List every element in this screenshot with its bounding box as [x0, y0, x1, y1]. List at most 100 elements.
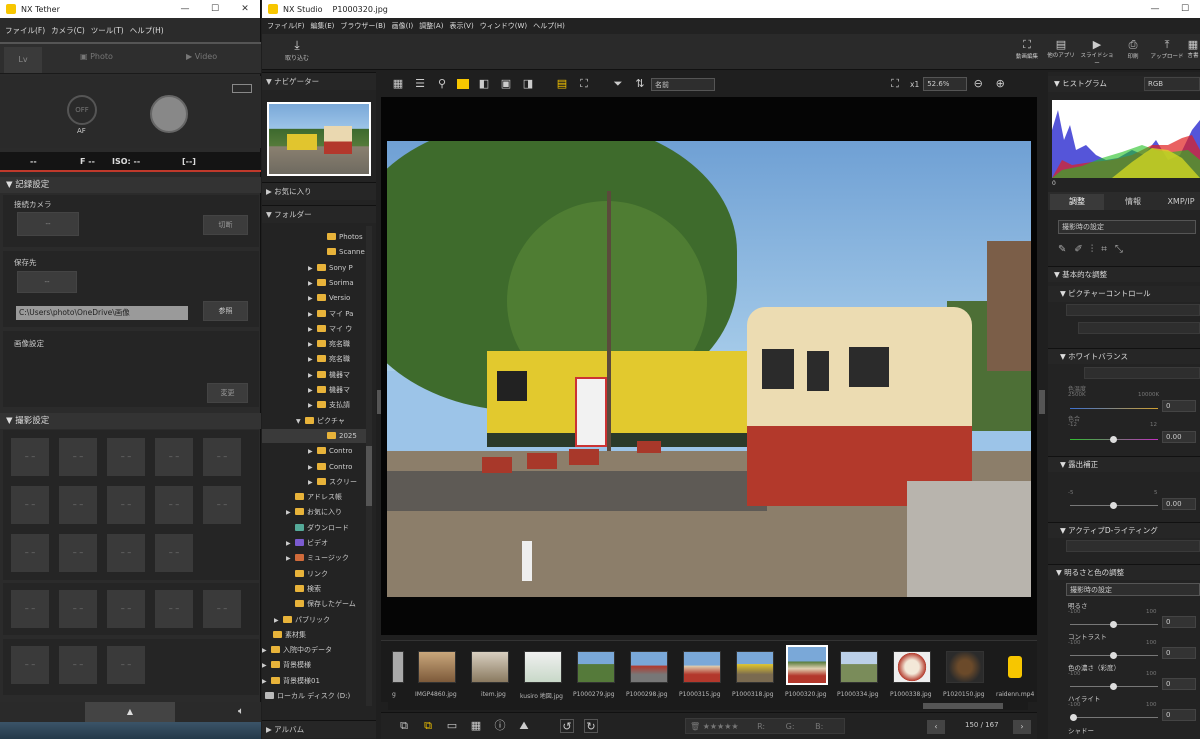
- setting-cell[interactable]: – –: [107, 486, 145, 524]
- folder-item[interactable]: ▶ Contro: [262, 460, 366, 474]
- record-settings-header[interactable]: ▼ 記録設定: [0, 177, 261, 193]
- expand-arrow-icon[interactable]: ▶: [308, 461, 317, 474]
- setting-cell[interactable]: – –: [59, 438, 97, 476]
- expand-arrow-icon[interactable]: ▶: [286, 552, 295, 565]
- menu-edit[interactable]: 編集(E): [311, 21, 335, 31]
- single-view-icon[interactable]: [457, 79, 469, 89]
- menu-file[interactable]: ファイル(F): [5, 25, 45, 36]
- folder-item[interactable]: ▶ マイ ウ: [262, 322, 366, 336]
- setting-cell[interactable]: – –: [107, 534, 145, 572]
- exposure-knob[interactable]: [1110, 502, 1117, 509]
- folder-item[interactable]: Scanne: [262, 245, 366, 259]
- expand-arrow-icon[interactable]: ▶: [308, 369, 317, 382]
- adjust-preset-select[interactable]: 撮影時の設定: [1058, 220, 1196, 234]
- expand-arrow-icon[interactable]: ▶: [286, 537, 295, 550]
- menu-tools[interactable]: ツール(T): [91, 25, 124, 36]
- label-icon[interactable]: ⧉: [421, 719, 435, 733]
- af-off-button[interactable]: OFF: [67, 95, 97, 125]
- brightness-knob[interactable]: [1110, 621, 1117, 628]
- setting-cell[interactable]: – –: [203, 486, 241, 524]
- upload-button[interactable]: ⤒ アップロード: [1150, 38, 1184, 60]
- minimize-icon[interactable]: —: [170, 0, 200, 18]
- menu-help[interactable]: ヘルプ(H): [130, 25, 164, 36]
- thumb-0[interactable]: [392, 651, 404, 683]
- setting-cell[interactable]: – –: [203, 590, 241, 628]
- picture-control-header[interactable]: ▼ ピクチャーコントロール: [1048, 286, 1200, 302]
- grid-overlay-icon[interactable]: ▦: [469, 719, 483, 733]
- setting-cell[interactable]: – –: [107, 646, 145, 684]
- rating-bar[interactable]: 🗑︎ ★★★★★ R: G: B:: [685, 718, 845, 734]
- menu-adjust[interactable]: 調整(A): [419, 21, 443, 31]
- sort-icon[interactable]: ⇅: [633, 77, 647, 91]
- folder-item[interactable]: 素材集: [262, 628, 366, 642]
- compare-view-icon[interactable]: ◧: [477, 77, 491, 91]
- expand-arrow-icon[interactable]: ▶: [308, 384, 317, 397]
- setting-cell[interactable]: – –: [203, 438, 241, 476]
- folder-item[interactable]: 保存したゲーム: [262, 597, 366, 611]
- main-photo[interactable]: [387, 141, 1031, 597]
- folder-item[interactable]: ▶ Sony P: [262, 261, 366, 275]
- basic-adjust-header[interactable]: ▼ 基本的な調整: [1048, 266, 1200, 282]
- histogram-icon[interactable]: ⛰: [517, 719, 531, 733]
- expand-arrow-icon[interactable]: ▼: [296, 415, 305, 428]
- adl-select[interactable]: [1066, 540, 1200, 552]
- wb-select[interactable]: [1084, 367, 1200, 379]
- expand-arrow-icon[interactable]: ▶: [308, 353, 317, 366]
- folder-item[interactable]: 2025: [262, 428, 366, 443]
- setting-cell[interactable]: – –: [155, 486, 193, 524]
- folder-item[interactable]: 検索: [262, 582, 366, 596]
- expand-arrow-icon[interactable]: ▶: [274, 614, 283, 627]
- setting-cell[interactable]: – –: [155, 590, 193, 628]
- print-button[interactable]: ⎙ 印刷: [1118, 38, 1148, 60]
- contrast-knob[interactable]: [1110, 652, 1117, 659]
- folder-item[interactable]: ▶ 宛名職: [262, 352, 366, 366]
- contrast-value[interactable]: 0: [1162, 647, 1196, 659]
- album-header[interactable]: ▶ アルバム: [262, 720, 376, 738]
- fit-icon[interactable]: ⛶: [888, 77, 902, 91]
- retouch-icon[interactable]: ✐: [1074, 244, 1090, 255]
- expand-arrow-icon[interactable]: ▶: [308, 323, 317, 336]
- camera-select[interactable]: --: [17, 212, 79, 236]
- adl-header[interactable]: ▼ アクティブD-ライティング: [1048, 522, 1200, 538]
- rotate-left-icon[interactable]: ↺: [560, 719, 574, 733]
- tab-xmp[interactable]: XMP/IP: [1162, 194, 1200, 210]
- thumb-7[interactable]: [736, 651, 774, 683]
- trash-icon[interactable]: 🗑︎: [690, 722, 700, 731]
- folder-item[interactable]: ▶ スクリー: [262, 475, 366, 489]
- menu-image[interactable]: 画像(I): [392, 21, 414, 31]
- save-select[interactable]: --: [17, 271, 77, 293]
- grid-view-icon[interactable]: ▦: [391, 77, 405, 91]
- save-path-field[interactable]: C:\Users\photo\OneDrive\画像: [16, 306, 188, 320]
- stack-icon[interactable]: ⧉: [397, 719, 411, 733]
- more-button[interactable]: ▦ 言書: [1186, 38, 1200, 59]
- navigator-header[interactable]: ▼ ナビゲーター: [262, 72, 376, 90]
- tab-adjust[interactable]: 調整: [1050, 194, 1104, 210]
- thumb-2[interactable]: [471, 651, 509, 683]
- tab-video[interactable]: ▶ Video: [186, 52, 217, 61]
- highlight-value[interactable]: 0: [1162, 709, 1196, 721]
- temp-value[interactable]: 0: [1162, 400, 1196, 412]
- folder-item[interactable]: ▼ ピクチャ: [262, 414, 366, 428]
- disconnect-button[interactable]: 切断: [203, 215, 248, 235]
- next-image-button[interactable]: ›: [1013, 720, 1031, 734]
- folder-item[interactable]: ▶ マイ Pa: [262, 307, 366, 321]
- setting-cell[interactable]: – –: [155, 534, 193, 572]
- speaker-icon[interactable]: 🔈︎: [238, 706, 244, 717]
- temp-slider[interactable]: [1070, 408, 1158, 409]
- thumb-1[interactable]: [418, 651, 456, 683]
- filmstrip-scrollbar[interactable]: [388, 702, 1028, 710]
- setting-cell[interactable]: – –: [11, 646, 49, 684]
- expand-arrow-icon[interactable]: ▶: [308, 277, 317, 290]
- tint-knob[interactable]: [1110, 436, 1117, 443]
- picture-control-select[interactable]: [1066, 304, 1200, 316]
- list-view-icon[interactable]: ☰: [413, 77, 427, 91]
- setting-cell[interactable]: – –: [11, 486, 49, 524]
- rotate-right-icon[interactable]: ↻: [584, 719, 598, 733]
- browse-button[interactable]: 参照: [203, 301, 248, 321]
- tint-value[interactable]: 0.00: [1162, 431, 1196, 443]
- menu-browser[interactable]: ブラウザー(B): [340, 21, 385, 31]
- folder-item[interactable]: ▶ 宛名職: [262, 337, 366, 351]
- setting-cell[interactable]: – –: [59, 646, 97, 684]
- map-icon[interactable]: ⚲: [435, 77, 449, 91]
- folder-item[interactable]: ▶ Contro: [262, 444, 366, 458]
